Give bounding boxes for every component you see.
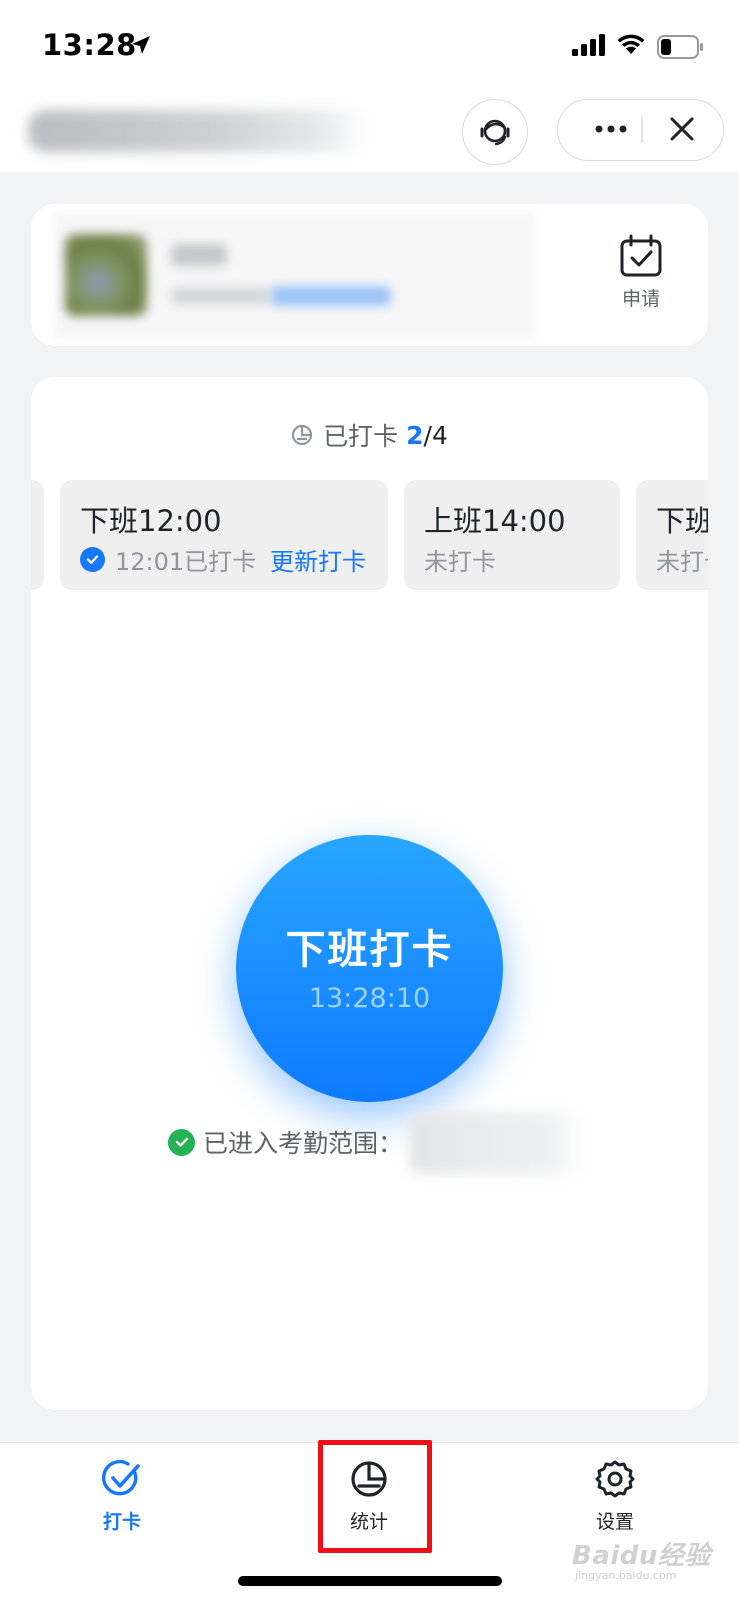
shift-status-text: 未打卡 xyxy=(424,548,496,576)
battery-icon xyxy=(657,35,703,59)
tab-label: 打卡 xyxy=(102,1511,141,1533)
shift-title: 下班12:00 xyxy=(80,504,222,538)
status-bar: 13:28 xyxy=(0,0,739,92)
user-subtitle-blurred xyxy=(171,288,271,304)
avatar xyxy=(65,234,147,316)
shift-title: 下班 xyxy=(656,504,708,538)
attendance-screen: 13:28 申请 已打卡 2 /4 下班12:00 12:01已打卡 更新打卡 … xyxy=(0,0,739,1600)
user-card: 申请 xyxy=(31,204,708,346)
shift-title: 上班14:00 xyxy=(424,504,566,538)
wifi-icon xyxy=(617,34,645,54)
watermark-brand: Baidu经验 xyxy=(572,1541,711,1571)
more-dots-icon xyxy=(595,125,627,133)
shift-card[interactable]: 下班12:00 12:01已打卡 更新打卡 xyxy=(60,480,388,590)
progress-label: 已打卡 xyxy=(323,422,399,451)
status-time: 13:28 xyxy=(42,28,137,62)
close-icon xyxy=(670,117,694,141)
location-arrow-icon xyxy=(132,36,150,54)
shift-card[interactable]: 下班 未打卡 xyxy=(636,480,708,590)
update-punch-link[interactable]: 更新打卡 xyxy=(270,542,366,577)
location-address-blurred xyxy=(409,1112,584,1174)
punch-progress: 已打卡 2 /4 xyxy=(31,415,708,455)
punch-button-label: 下班打卡 xyxy=(285,927,454,973)
calendar-check-icon xyxy=(620,234,662,277)
tab-label: 设置 xyxy=(595,1511,634,1533)
highlight-annotation xyxy=(318,1440,432,1553)
pie-chart-icon xyxy=(292,424,313,446)
user-link-blurred[interactable] xyxy=(271,286,391,306)
shift-status: 12:01已打卡 更新打卡 xyxy=(80,542,366,577)
tab-settings[interactable]: 设置 xyxy=(555,1459,675,1545)
shift-status: 未打卡 xyxy=(424,542,496,577)
shift-status-text: 12:01已打卡 xyxy=(115,548,257,576)
tab-punch[interactable]: 打卡 xyxy=(62,1459,182,1545)
apply-label: 申请 xyxy=(621,288,660,310)
shift-list[interactable]: 下班12:00 12:01已打卡 更新打卡 上班14:00 未打卡 下班 未打 xyxy=(31,480,708,590)
location-status: 已进入考勤范围： xyxy=(168,1122,403,1162)
punch-clock: 13:28:10 xyxy=(308,983,431,1014)
checked-icon xyxy=(80,547,105,572)
gear-icon xyxy=(595,1460,635,1498)
success-check-icon xyxy=(168,1128,195,1156)
user-name-blurred xyxy=(171,244,227,266)
app-header xyxy=(0,92,739,172)
capsule-divider xyxy=(641,117,643,143)
shift-status-text: 未打卡 xyxy=(656,548,708,576)
shift-card[interactable]: 上班14:00 未打卡 xyxy=(404,480,620,590)
customer-service-button[interactable] xyxy=(462,99,528,165)
shift-status: 未打卡 xyxy=(656,542,708,577)
mini-program-capsule xyxy=(557,99,724,161)
progress-total: /4 xyxy=(423,420,448,450)
apply-button[interactable]: 申请 xyxy=(596,234,686,316)
shift-card-previous[interactable] xyxy=(31,480,44,590)
headset-agent-icon xyxy=(480,119,510,146)
progress-done-count: 2 xyxy=(406,420,424,450)
close-button[interactable] xyxy=(650,100,714,158)
check-icon xyxy=(102,1460,140,1496)
more-button[interactable] xyxy=(584,100,638,158)
location-status-text: 已进入考勤范围： xyxy=(203,1129,404,1158)
watermark-url: jingyan.baidu.com xyxy=(575,1569,677,1582)
home-indicator[interactable] xyxy=(238,1576,502,1586)
app-title-blurred xyxy=(28,110,368,152)
attendance-card: 已打卡 2 /4 下班12:00 12:01已打卡 更新打卡 上班14:00 未… xyxy=(31,377,708,1410)
punch-button[interactable]: 下班打卡 13:28:10 xyxy=(236,835,503,1102)
cellular-signal-icon xyxy=(572,34,605,56)
